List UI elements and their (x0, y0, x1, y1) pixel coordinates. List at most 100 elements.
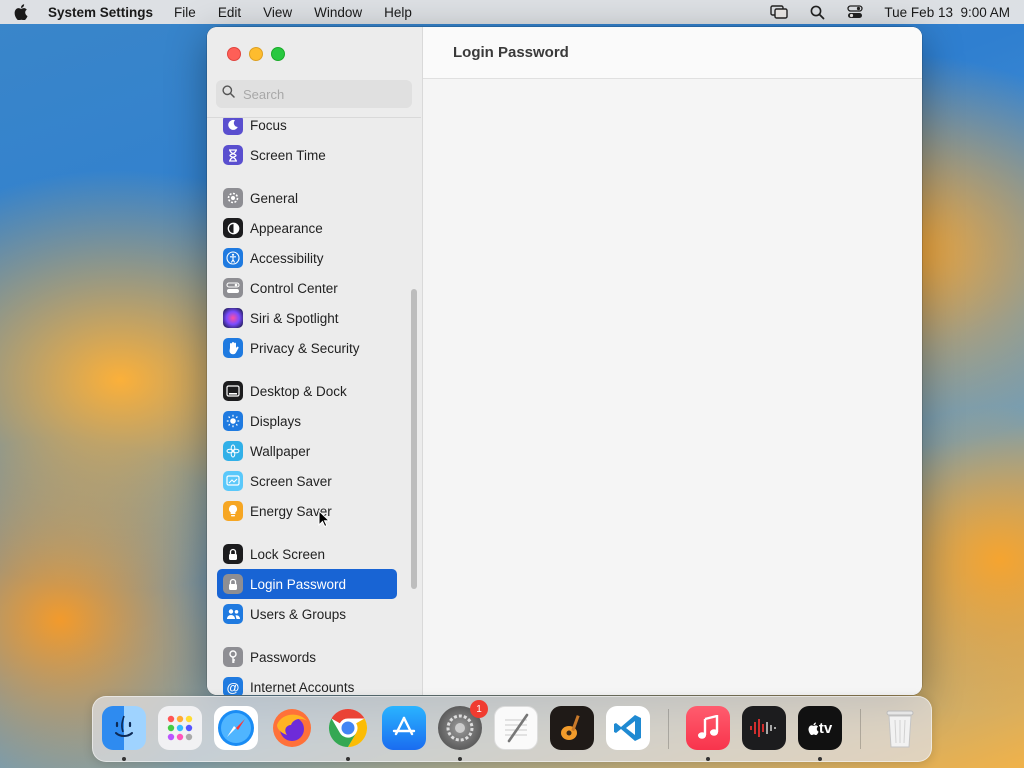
menu-file[interactable]: File (174, 5, 196, 20)
at-icon: @ (223, 677, 243, 695)
safari-icon[interactable] (214, 706, 258, 750)
voice-memos-icon[interactable] (742, 706, 786, 750)
apple-tv-label: tv (818, 719, 833, 737)
sidebar-item-internet-accounts[interactable]: @ Internet Accounts (217, 672, 397, 695)
lightbulb-icon (223, 501, 243, 521)
menu-bar: System Settings File Edit View Window He… (0, 0, 1024, 24)
running-indicator (346, 757, 350, 761)
menu-edit[interactable]: Edit (218, 5, 241, 20)
sidebar-item-label: Login Password (250, 576, 347, 592)
search-icon (222, 85, 235, 103)
screen-saver-icon (223, 471, 243, 491)
sidebar-item-label: General (250, 190, 299, 206)
desktop-dock-icon (223, 381, 243, 401)
sidebar-item-label: Focus (250, 118, 287, 133)
appearance-icon (223, 218, 243, 238)
sidebar-item-label: Screen Saver (250, 473, 332, 489)
sidebar-item-login-password[interactable]: Login Password (217, 569, 397, 599)
sidebar-item-label: Users & Groups (250, 606, 347, 622)
running-indicator (122, 757, 126, 761)
spotlight-search-icon[interactable] (808, 4, 826, 20)
content-pane: Login Password (423, 27, 922, 695)
running-indicator (458, 757, 462, 761)
search-field[interactable] (216, 80, 412, 108)
system-settings-window: Focus Screen Time General Appearance Acc… (207, 27, 922, 695)
sidebar-item-label: Privacy & Security (250, 340, 360, 356)
running-indicator (706, 757, 710, 761)
chrome-icon[interactable] (326, 706, 370, 750)
window-controls (227, 47, 285, 61)
textedit-icon[interactable] (494, 706, 538, 750)
notification-badge: 1 (470, 700, 488, 718)
sidebar-item-label: Wallpaper (250, 443, 311, 459)
music-icon[interactable] (686, 706, 730, 750)
vscode-icon[interactable] (606, 706, 650, 750)
sidebar-item-label: Appearance (250, 220, 323, 236)
sidebar-list: Focus Screen Time General Appearance Acc… (207, 118, 421, 695)
sidebar-item-screen-saver[interactable]: Screen Saver (217, 466, 397, 496)
sidebar-item-accessibility[interactable]: Accessibility (217, 243, 397, 273)
sidebar-item-label: Passwords (250, 649, 317, 665)
sidebar-item-privacy-security[interactable]: Privacy & Security (217, 333, 397, 363)
control-center-icon (223, 278, 243, 298)
control-center-icon[interactable] (846, 4, 864, 20)
sidebar-item-screen-time[interactable]: Screen Time (217, 140, 397, 170)
trash-icon[interactable] (878, 706, 922, 750)
sidebar-item-users-groups[interactable]: Users & Groups (217, 599, 397, 629)
sidebar-item-displays[interactable]: Displays (217, 406, 397, 436)
sidebar-item-appearance[interactable]: Appearance (217, 213, 397, 243)
screen-mirroring-icon[interactable] (770, 4, 789, 20)
sidebar-item-label: Internet Accounts (250, 679, 355, 695)
menu-bar-clock[interactable]: Tue Feb 13 9:00 AM (884, 5, 1010, 20)
finder-icon[interactable] (102, 706, 146, 750)
sidebar-item-passwords[interactable]: Passwords (217, 642, 397, 672)
dock: 1 tv (92, 696, 932, 762)
hourglass-icon (223, 145, 243, 165)
hand-icon (223, 338, 243, 358)
system-settings-icon[interactable]: 1 (438, 700, 488, 750)
sidebar-item-label: Screen Time (250, 147, 326, 163)
menu-view[interactable]: View (263, 5, 292, 20)
zoom-button[interactable] (271, 47, 285, 61)
sidebar-item-lock-screen[interactable]: Lock Screen (217, 539, 397, 569)
search-input[interactable] (241, 85, 395, 103)
sidebar-item-label: Accessibility (250, 250, 324, 266)
dock-separator (860, 709, 861, 749)
lock-icon (223, 544, 243, 564)
flower-icon (223, 441, 243, 461)
app-name-menu[interactable]: System Settings (48, 5, 153, 20)
running-indicator (818, 757, 822, 761)
sidebar-item-label: Displays (250, 413, 302, 429)
sidebar-item-siri-spotlight[interactable]: Siri & Spotlight (217, 303, 397, 333)
apple-tv-icon[interactable]: tv (798, 706, 842, 750)
mouse-cursor-icon (318, 509, 331, 528)
page-title: Login Password (423, 27, 922, 79)
sidebar-item-wallpaper[interactable]: Wallpaper (217, 436, 397, 466)
sidebar-item-label: Siri & Spotlight (250, 310, 339, 326)
sidebar-item-energy-saver[interactable]: Energy Saver (217, 496, 397, 526)
menu-help[interactable]: Help (384, 5, 412, 20)
garageband-icon[interactable] (550, 706, 594, 750)
sidebar-item-label: Lock Screen (250, 546, 326, 562)
sidebar-item-desktop-dock[interactable]: Desktop & Dock (217, 376, 397, 406)
sidebar: Focus Screen Time General Appearance Acc… (207, 27, 423, 695)
users-icon (223, 604, 243, 624)
minimize-button[interactable] (249, 47, 263, 61)
gear-icon (223, 188, 243, 208)
sidebar-item-focus[interactable]: Focus (217, 118, 397, 140)
sidebar-item-control-center[interactable]: Control Center (217, 273, 397, 303)
app-store-icon[interactable] (382, 706, 426, 750)
key-icon (223, 647, 243, 667)
apple-menu-icon[interactable] (14, 4, 28, 20)
sidebar-item-label: Desktop & Dock (250, 383, 347, 399)
close-button[interactable] (227, 47, 241, 61)
sidebar-scrollbar[interactable] (411, 289, 417, 589)
moon-icon (223, 118, 243, 135)
firefox-icon[interactable] (270, 706, 314, 750)
siri-icon (223, 308, 243, 328)
dock-separator (668, 709, 669, 749)
sidebar-item-general[interactable]: General (217, 183, 397, 213)
accessibility-icon (223, 248, 243, 268)
launchpad-icon[interactable] (158, 706, 202, 750)
menu-window[interactable]: Window (314, 5, 362, 20)
